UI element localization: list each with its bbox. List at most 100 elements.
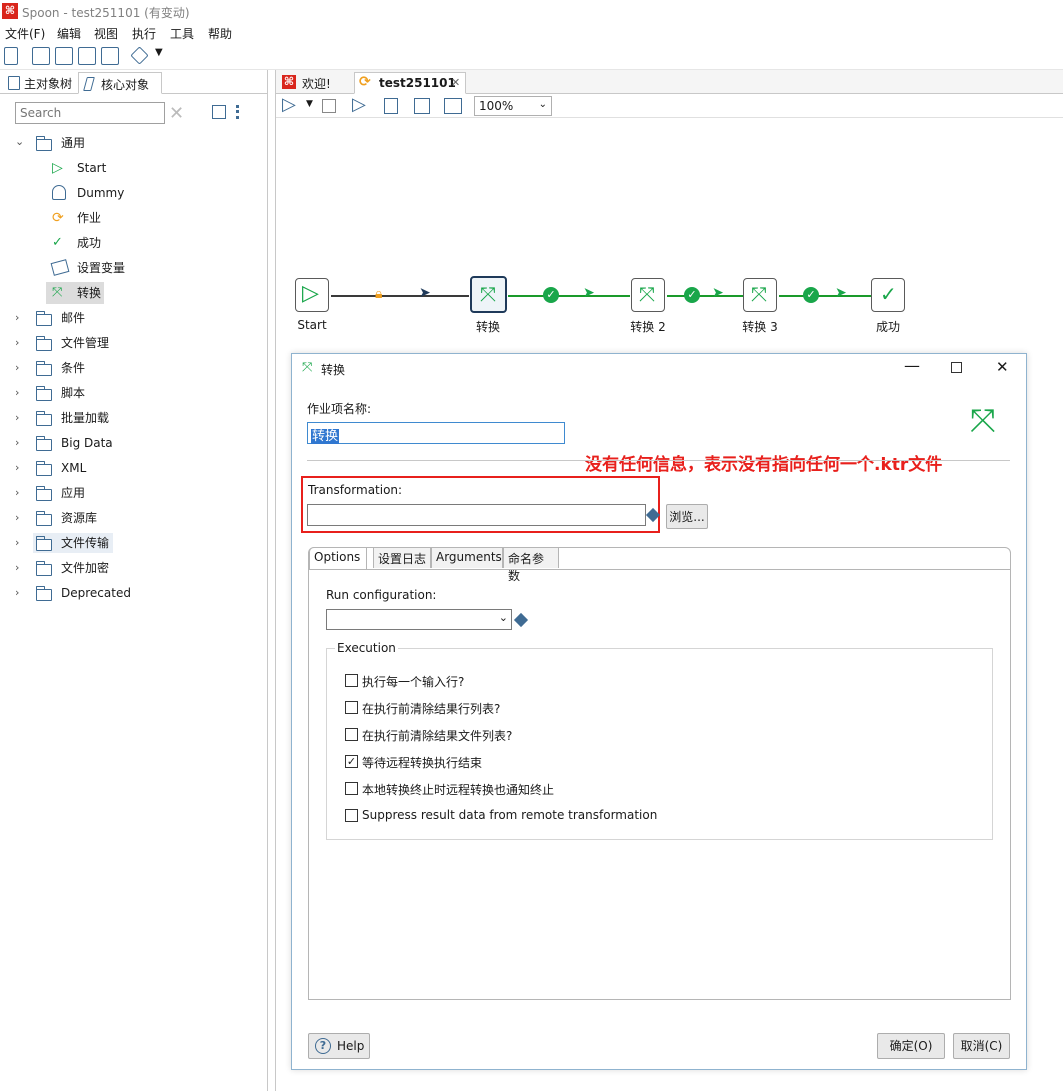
checkbox-wait-remote[interactable]: ✓: [345, 755, 358, 768]
cancel-label: 取消(C): [960, 1039, 1003, 1053]
chevron-right-icon[interactable]: ›: [15, 487, 25, 498]
job-canvas[interactable]: ▷ Start 🔒︎ ➤ ⤧ 转换 ✓ ➤ ⤧ 转换 2 ✓ ➤ ⤧ 转换 3 …: [275, 118, 1063, 353]
expand-tree-icon[interactable]: [236, 105, 250, 119]
tree-folder-file-transfer[interactable]: › 文件传输: [0, 532, 268, 554]
tab-welcome[interactable]: ⌘ 欢迎!: [278, 72, 354, 94]
close-tab-icon[interactable]: ✕: [451, 76, 460, 89]
zoom-select[interactable]: 100% ⌄: [474, 96, 552, 116]
minimize-icon[interactable]: —: [904, 356, 920, 375]
checkbox-follow-local-abort[interactable]: [345, 782, 358, 795]
node-success[interactable]: ✓: [871, 278, 905, 312]
tree-folder-xml[interactable]: › XML: [0, 457, 268, 479]
chevron-right-icon[interactable]: ›: [15, 562, 25, 573]
tree-folder-conditions[interactable]: › 条件: [0, 357, 268, 379]
tab-named-parameters[interactable]: 命名参数: [503, 547, 559, 583]
tab-core-objects[interactable]: 核心对象: [78, 72, 162, 94]
tree-folder-big-data[interactable]: › Big Data: [0, 432, 268, 454]
tree-item-transformation[interactable]: ⤧ 转换: [46, 282, 104, 304]
clear-search-icon[interactable]: ✕: [169, 103, 184, 124]
menu-view[interactable]: 视图: [94, 25, 118, 42]
tree-item-set-variables[interactable]: 设置变量: [0, 257, 268, 279]
tree-folder-utility[interactable]: › 应用: [0, 482, 268, 504]
browse-button[interactable]: 浏览...: [666, 504, 708, 529]
search-input[interactable]: [15, 102, 165, 124]
chevron-right-icon[interactable]: ›: [15, 412, 25, 423]
node-start[interactable]: ▷: [295, 278, 329, 312]
new-file-icon[interactable]: [4, 47, 18, 65]
hop-line[interactable]: [779, 295, 871, 297]
tab-options[interactable]: Options: [309, 547, 367, 569]
chevron-right-icon[interactable]: ›: [15, 312, 25, 323]
run-dropdown-icon[interactable]: ▼: [306, 99, 313, 109]
maximize-icon[interactable]: [951, 362, 962, 373]
run-options-icon[interactable]: ▷: [352, 94, 366, 115]
chevron-right-icon[interactable]: ›: [15, 437, 25, 448]
layers-dropdown-icon[interactable]: ▼: [155, 47, 163, 58]
chevron-right-icon[interactable]: ›: [15, 362, 25, 373]
chevron-right-icon[interactable]: ›: [15, 587, 25, 598]
sql-icon[interactable]: [414, 98, 430, 114]
run-icon[interactable]: ▷: [282, 94, 296, 115]
tree-folder-mail[interactable]: › 邮件: [0, 307, 268, 329]
node-transformation-2[interactable]: ⤧: [631, 278, 665, 312]
checkbox-clear-result-files[interactable]: [345, 728, 358, 741]
open-folder-icon[interactable]: [32, 47, 50, 65]
cancel-button[interactable]: 取消(C): [953, 1033, 1010, 1059]
chevron-right-icon[interactable]: ›: [15, 537, 25, 548]
chevron-down-icon[interactable]: ⌄: [15, 136, 25, 147]
tree-folder-deprecated[interactable]: › Deprecated: [0, 582, 268, 604]
ok-button[interactable]: 确定(O): [877, 1033, 945, 1059]
checkbox-clear-result-rows[interactable]: [345, 701, 358, 714]
tab-main-object-tree[interactable]: 主对象树: [2, 72, 78, 94]
tree-item-label: 转换: [77, 286, 102, 300]
save-icon[interactable]: [78, 47, 96, 65]
left-panel: 主对象树 核心对象 ✕ ⌄ 通用 ▷ Start Dummy ⟳ 作业 ✓: [0, 70, 268, 1091]
chevron-right-icon[interactable]: ›: [15, 462, 25, 473]
tree-folder-bulk-loading[interactable]: › 批量加载: [0, 407, 268, 429]
stop-icon[interactable]: [322, 99, 336, 113]
menu-help[interactable]: 帮助: [208, 25, 232, 42]
tab-label: Arguments: [436, 550, 502, 564]
tab-arguments[interactable]: Arguments: [431, 547, 503, 568]
close-icon[interactable]: ✕: [996, 358, 1009, 376]
menu-edit[interactable]: 编辑: [57, 25, 81, 42]
tree-item-success[interactable]: ✓ 成功: [0, 232, 268, 254]
hop-line[interactable]: [667, 295, 743, 297]
hop-line[interactable]: [331, 295, 469, 297]
save-as-icon[interactable]: [101, 47, 119, 65]
menu-file[interactable]: 文件(F): [5, 25, 45, 42]
tree-folder-general[interactable]: ⌄ 通用: [0, 132, 268, 154]
chevron-right-icon[interactable]: ›: [15, 512, 25, 523]
chevron-right-icon[interactable]: ›: [15, 387, 25, 398]
tab-logging[interactable]: 设置日志: [373, 547, 431, 568]
checkbox-suppress-result[interactable]: [345, 809, 358, 822]
check-job-icon[interactable]: [384, 98, 398, 114]
tree-item-job[interactable]: ⟳ 作业: [0, 207, 268, 229]
help-button[interactable]: ? Help: [308, 1033, 370, 1059]
menu-run[interactable]: 执行: [132, 25, 156, 42]
tree-folder-file-management[interactable]: › 文件管理: [0, 332, 268, 354]
menu-tools[interactable]: 工具: [170, 25, 194, 42]
tree-item-dummy[interactable]: Dummy: [0, 182, 268, 204]
node-transformation-1[interactable]: ⤧: [470, 276, 507, 313]
title-bar: ⌘ Spoon - test251101 (有变动): [0, 0, 1063, 22]
tree-folder-file-encryption[interactable]: › 文件加密: [0, 557, 268, 579]
explore-db-icon[interactable]: [444, 98, 462, 114]
run-configuration-select[interactable]: ⌄: [326, 609, 512, 630]
job-entry-name-input[interactable]: 转换: [307, 422, 565, 444]
transformation-path-input[interactable]: [307, 504, 646, 526]
explore-repository-icon[interactable]: [55, 47, 73, 65]
tree-folder-scripting[interactable]: › 脚本: [0, 382, 268, 404]
layers-icon[interactable]: [130, 46, 149, 65]
hop-line[interactable]: [508, 295, 630, 297]
tab-test251101[interactable]: ⟳ test251101 ✕: [354, 72, 466, 94]
node-transformation-3[interactable]: ⤧: [743, 278, 777, 312]
arrow-right-icon: ➤: [419, 285, 431, 301]
chevron-right-icon[interactable]: ›: [15, 337, 25, 348]
tree-folder-repository[interactable]: › 资源库: [0, 507, 268, 529]
collapse-tree-icon[interactable]: [212, 105, 226, 119]
tree-folder-label: Deprecated: [61, 586, 131, 600]
tree-item-label: 作业: [77, 211, 102, 225]
checkbox-execute-every-row[interactable]: [345, 674, 358, 687]
tree-item-start[interactable]: ▷ Start: [0, 157, 268, 179]
